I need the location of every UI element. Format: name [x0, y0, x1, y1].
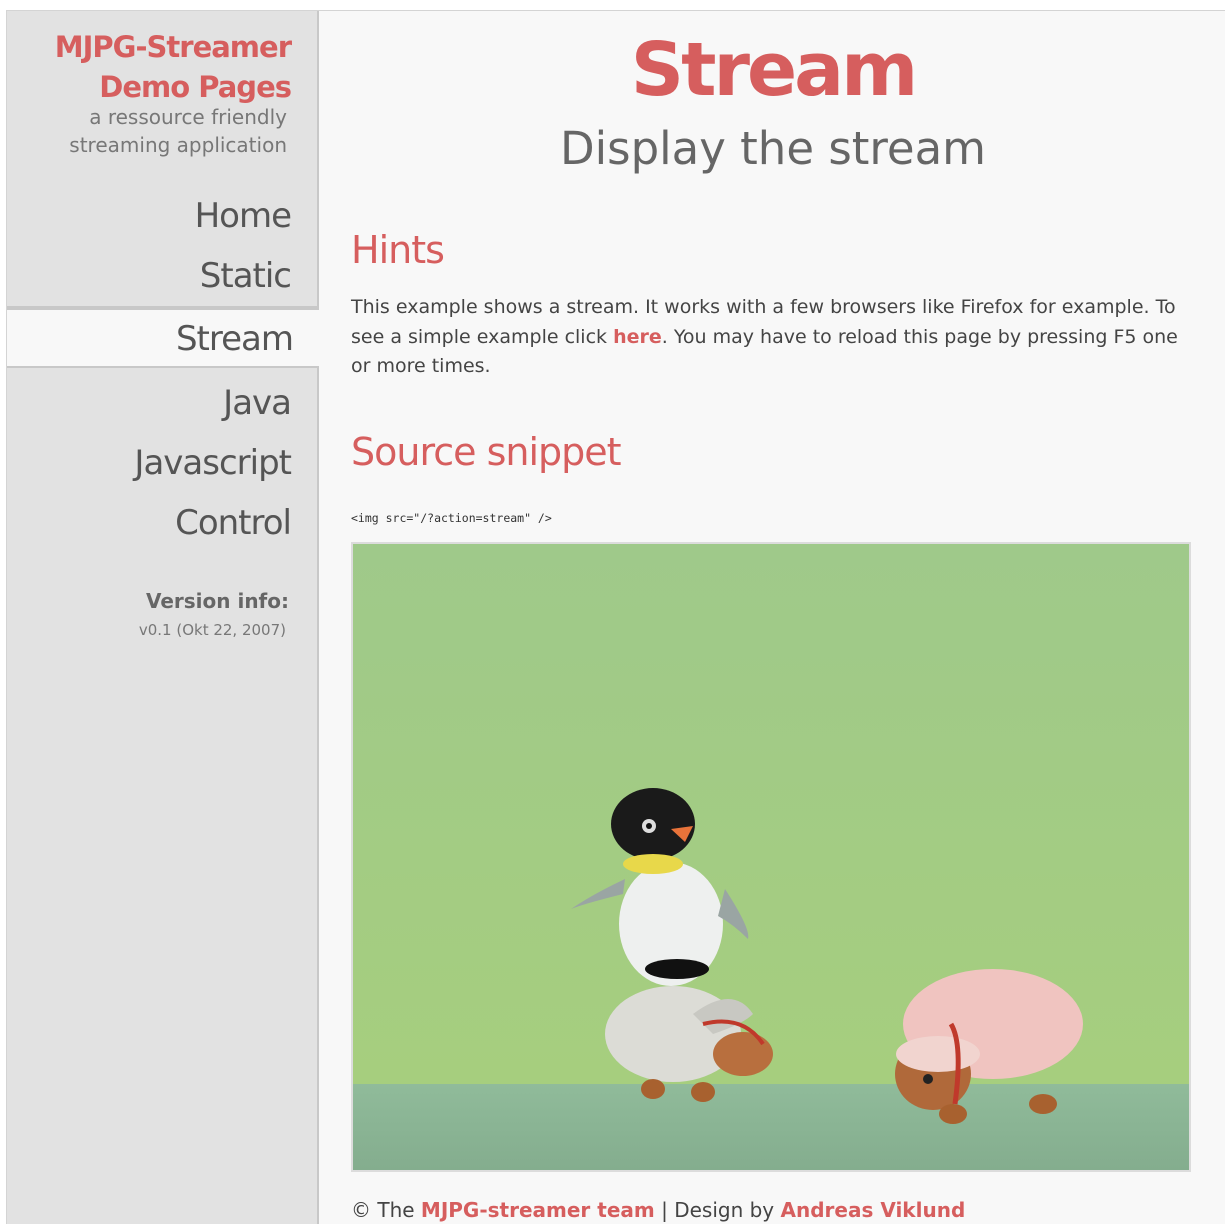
here-link[interactable]: here — [613, 326, 662, 348]
code-snippet: <img src="/?action=stream" /> — [351, 511, 552, 525]
page-frame: MJPG-Streamer Demo Pages a ressource fri… — [6, 10, 1225, 1224]
hints-paragraph: This example shows a stream. It works wi… — [351, 293, 1195, 382]
mjpg-streamer-team-link[interactable]: MJPG-streamer team — [421, 1198, 655, 1222]
nav-item-java[interactable]: Java — [7, 373, 317, 433]
footer: © The MJPG-streamer team | Design by And… — [351, 1198, 965, 1222]
hints-heading: Hints — [351, 228, 445, 272]
footer-prefix: © The — [351, 1198, 421, 1222]
nav-item-javascript[interactable]: Javascript — [7, 433, 317, 493]
stream-image — [351, 542, 1191, 1172]
site-title-line2: Demo Pages — [99, 70, 292, 104]
nav-item-stream[interactable]: Stream — [7, 308, 319, 368]
site-tagline: a ressource friendly streaming applicati… — [69, 103, 287, 159]
site-title[interactable]: MJPG-Streamer Demo Pages — [54, 27, 292, 107]
stream-photo — [353, 544, 1189, 1170]
nav-item-home[interactable]: Home — [7, 186, 317, 246]
main-content: Stream Display the stream Hints This exa… — [351, 11, 1195, 1224]
version-text: v0.1 (Okt 22, 2007) — [138, 621, 286, 639]
tagline-line2: streaming application — [69, 133, 287, 157]
tagline-line1: a ressource friendly — [89, 105, 287, 129]
page-subtitle: Display the stream — [559, 122, 987, 175]
version-title: Version info: — [145, 589, 289, 613]
footer-separator: | Design by — [654, 1198, 781, 1222]
source-snippet-heading: Source snippet — [351, 430, 622, 474]
nav-item-static[interactable]: Static — [7, 246, 317, 306]
sidebar: MJPG-Streamer Demo Pages a ressource fri… — [7, 11, 319, 1224]
andreas-viklund-link[interactable]: Andreas Viklund — [781, 1198, 966, 1222]
nav-item-control[interactable]: Control — [7, 493, 317, 553]
page-title: Stream — [630, 27, 918, 113]
site-title-line1: MJPG-Streamer — [54, 30, 292, 64]
